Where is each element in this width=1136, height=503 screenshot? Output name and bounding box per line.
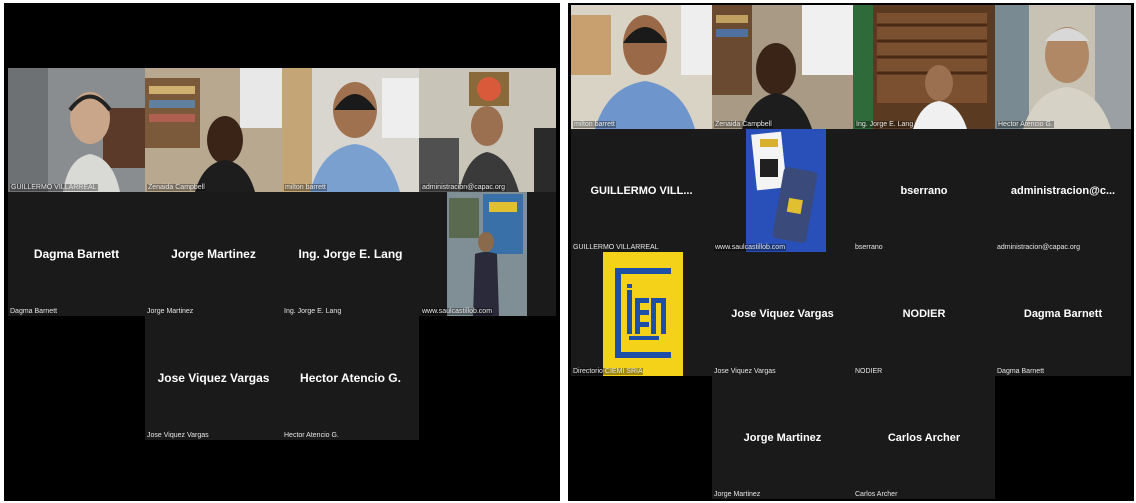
participant-video <box>419 192 556 316</box>
participant-video-tile[interactable]: Ing. Jorge E. Lang <box>853 5 995 129</box>
participant-name-label: GUILLERMO VILLARREAL <box>573 244 659 251</box>
ciemi-logo <box>571 252 712 376</box>
participant-tile[interactable]: administracion@c... administracion@capac… <box>995 129 1131 252</box>
participant-name-label: GUILLERMO VILLARREAL <box>10 184 98 191</box>
participant-tile[interactable]: Carlos Archer Carlos Archer <box>853 376 995 499</box>
participant-name-label: Zenaida Campbell <box>714 121 773 128</box>
participant-name-label: Dagma Barnett <box>10 308 58 315</box>
participant-name-label: Hector Atencio G. <box>284 432 339 439</box>
participant-name-label: Ing. Jorge E. Lang <box>284 308 342 315</box>
participant-name-label: Dagma Barnett <box>997 368 1045 375</box>
participant-name-label: bserrano <box>855 244 883 251</box>
participant-tile[interactable]: Jose Viquez Vargas Jose Viquez Vargas <box>712 252 853 376</box>
participant-logo-tile[interactable]: Directorio CIEMI SRIA <box>571 252 712 376</box>
participant-name-label: www.saulcastillob.com <box>714 244 787 251</box>
participant-video-tile[interactable]: www.saulcastillob.com <box>712 129 853 252</box>
participant-name-label: administracion@capac.org <box>997 244 1080 251</box>
right-meeting-screenshot: milton barrett Zenaida Campbell Ing. Jor… <box>568 3 1134 501</box>
participant-name: Jorge Martinez <box>743 431 822 444</box>
participant-name-label: Jose Viquez Vargas <box>147 432 209 439</box>
participant-tile[interactable]: Jorge Martinez Jorge Martinez <box>712 376 853 499</box>
participant-tile[interactable]: bserrano bserrano <box>853 129 995 252</box>
participant-tile[interactable]: NODIER NODIER <box>853 252 995 376</box>
left-meeting-screenshot: GUILLERMO VILLARREAL Zenaida Campbell mi… <box>4 3 560 501</box>
participant-video <box>419 68 556 192</box>
participant-name-label: Directorio CIEMI SRIA <box>573 368 643 375</box>
participant-tile[interactable]: Ing. Jorge E. Lang Ing. Jorge E. Lang <box>282 192 419 316</box>
participant-name: Dagma Barnett <box>33 247 120 261</box>
participant-name: bserrano <box>900 184 948 197</box>
participant-name: Jorge Martinez <box>171 247 256 261</box>
participant-video <box>995 5 1131 129</box>
participant-name-label: milton barrett <box>284 184 327 191</box>
participant-video-tile[interactable]: milton barrett <box>571 5 712 129</box>
participant-video <box>8 68 145 192</box>
participant-name-label: milton barrett <box>573 121 616 128</box>
participant-tile[interactable]: GUILLERMO VILL... GUILLERMO VILLARREAL <box>571 129 712 252</box>
participant-name: Jose Viquez Vargas <box>731 308 834 320</box>
participant-video <box>571 5 712 129</box>
participant-tile[interactable]: Dagma Barnett Dagma Barnett <box>8 192 145 316</box>
participant-tile[interactable]: Jorge Martinez Jorge Martinez <box>145 192 282 316</box>
participant-name-label: Jorge Martinez <box>147 308 194 315</box>
participant-name-label: administracion@capac.org <box>421 184 506 191</box>
participant-video <box>712 5 853 129</box>
participant-name: Jose Viquez Vargas <box>157 371 270 385</box>
participant-name-label: Ing. Jorge E. Lang <box>855 121 915 128</box>
participant-video-tile[interactable]: administracion@capac.org <box>419 68 556 192</box>
participant-video-tile[interactable]: Zenaida Campbell <box>145 68 282 192</box>
participant-name: Dagma Barnett <box>1023 308 1103 320</box>
participant-name: Carlos Archer <box>887 431 961 444</box>
participant-name: Hector Atencio G. <box>300 371 401 385</box>
participant-name-label: Jorge Martinez <box>714 491 761 498</box>
participant-video-tile[interactable]: Zenaida Campbell <box>712 5 853 129</box>
participant-name-label: www.saulcastillob.com <box>421 308 494 315</box>
participant-video-tile[interactable]: www.saulcastillob.com <box>419 192 556 316</box>
participant-name: Ing. Jorge E. Lang <box>298 247 403 261</box>
participant-name: NODIER <box>902 308 946 320</box>
participant-video <box>282 68 419 192</box>
participant-video-tile[interactable]: Hector Atencio G. <box>995 5 1131 129</box>
participant-video <box>145 68 282 192</box>
participant-name-label: Jose Viquez Vargas <box>714 368 776 375</box>
participant-video <box>712 129 853 252</box>
participant-name-label: Zenaida Campbell <box>147 184 206 191</box>
participant-name: administracion@c... <box>1010 184 1116 197</box>
participant-name-label: NODIER <box>855 368 883 375</box>
participant-tile[interactable]: Hector Atencio G. Hector Atencio G. <box>282 316 419 440</box>
participant-tile[interactable]: Dagma Barnett Dagma Barnett <box>995 252 1131 376</box>
participant-name: GUILLERMO VILL... <box>590 184 693 197</box>
participant-video <box>853 5 995 129</box>
participant-video-tile[interactable]: GUILLERMO VILLARREAL <box>8 68 145 192</box>
participant-name-label: Carlos Archer <box>855 491 898 498</box>
participant-name-label: Hector Atencio G. <box>997 121 1054 128</box>
participant-video-tile[interactable]: milton barrett <box>282 68 419 192</box>
participant-tile[interactable]: Jose Viquez Vargas Jose Viquez Vargas <box>145 316 282 440</box>
